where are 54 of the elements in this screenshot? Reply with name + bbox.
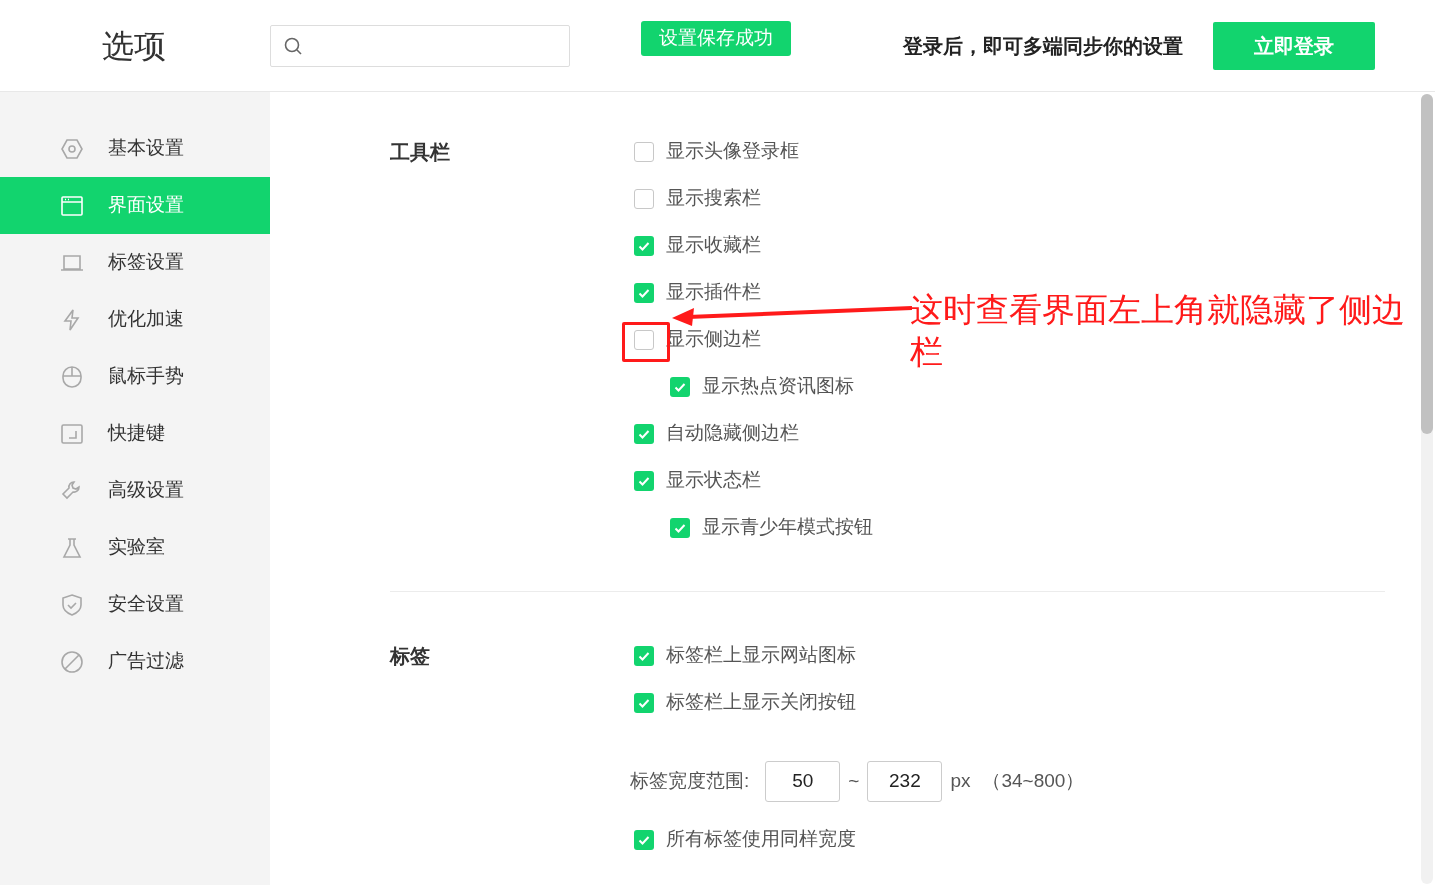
annotation-text: 这时查看界面左上角就隐藏了侧边栏 — [910, 290, 1406, 372]
max-width-field[interactable]: 232 — [867, 760, 943, 802]
page-title: 选项 — [102, 26, 167, 66]
window-icon — [60, 193, 84, 218]
option-label: 显示热点资讯图标 — [702, 374, 854, 399]
option-label: 标签栏上显示关闭按钮 — [666, 690, 856, 715]
login-hint: 登录后，即可多端同步你的设置 — [903, 33, 1183, 59]
checkbox[interactable] — [634, 282, 654, 303]
checkbox[interactable] — [634, 692, 654, 713]
sidebar-item[interactable]: 基本设置 — [0, 120, 270, 177]
sidebar-item[interactable]: 快捷键 — [0, 405, 270, 462]
success-toast: 设置保存成功 — [641, 21, 791, 56]
sidebar-item[interactable]: 鼠标手势 — [0, 348, 270, 405]
option-label: 显示收藏栏 — [666, 233, 761, 258]
sidebar-item[interactable]: 优化加速 — [0, 291, 270, 348]
checkbox[interactable] — [670, 376, 690, 397]
checkbox[interactable] — [634, 141, 654, 162]
hexagon-icon — [60, 136, 84, 161]
checkbox[interactable] — [634, 188, 654, 209]
min-width-field[interactable]: 50 — [765, 760, 841, 802]
sidebar-item[interactable]: 标签设置 — [0, 234, 270, 291]
scrollbar-thumb[interactable] — [1421, 94, 1433, 434]
range-label: 标签宽度范围: — [630, 768, 750, 793]
section-title: 标签 — [390, 644, 431, 669]
checkbox[interactable] — [634, 645, 654, 666]
section-title: 工具栏 — [390, 140, 451, 165]
sidebar-item[interactable]: 高级设置 — [0, 462, 270, 519]
shield-icon — [60, 592, 84, 617]
checkbox[interactable] — [634, 470, 654, 491]
option-label: 所有标签使用同样宽度 — [666, 827, 856, 852]
checkbox[interactable] — [634, 235, 654, 256]
keyboard-key-icon — [60, 421, 84, 446]
checkbox[interactable] — [634, 829, 654, 850]
option-label: 显示搜索栏 — [666, 186, 761, 211]
sidebar-item[interactable]: 实验室 — [0, 519, 270, 576]
option-label: 显示头像登录框 — [666, 139, 799, 164]
search-field[interactable] — [270, 24, 570, 67]
mouse-icon — [60, 364, 84, 389]
option-label: 显示插件栏 — [666, 280, 761, 305]
option-label: 自动隐藏侧边栏 — [666, 421, 799, 446]
option-label: 显示青少年模式按钮 — [702, 515, 873, 540]
prohibited-icon — [60, 649, 84, 674]
flask-icon — [60, 535, 84, 560]
option-label: 标签栏上显示网站图标 — [666, 643, 856, 668]
search-icon — [283, 35, 303, 56]
range-hint: （34~800） — [982, 768, 1085, 793]
sidebar-item[interactable]: 安全设置 — [0, 576, 270, 633]
checkbox[interactable] — [634, 329, 654, 350]
unit-label: px — [950, 768, 971, 793]
range-separator: ~ — [848, 768, 860, 793]
checkbox[interactable] — [634, 423, 654, 444]
checkbox[interactable] — [670, 517, 690, 538]
option-label: 显示状态栏 — [666, 468, 761, 493]
sidebar-item[interactable]: 广告过滤 — [0, 633, 270, 690]
